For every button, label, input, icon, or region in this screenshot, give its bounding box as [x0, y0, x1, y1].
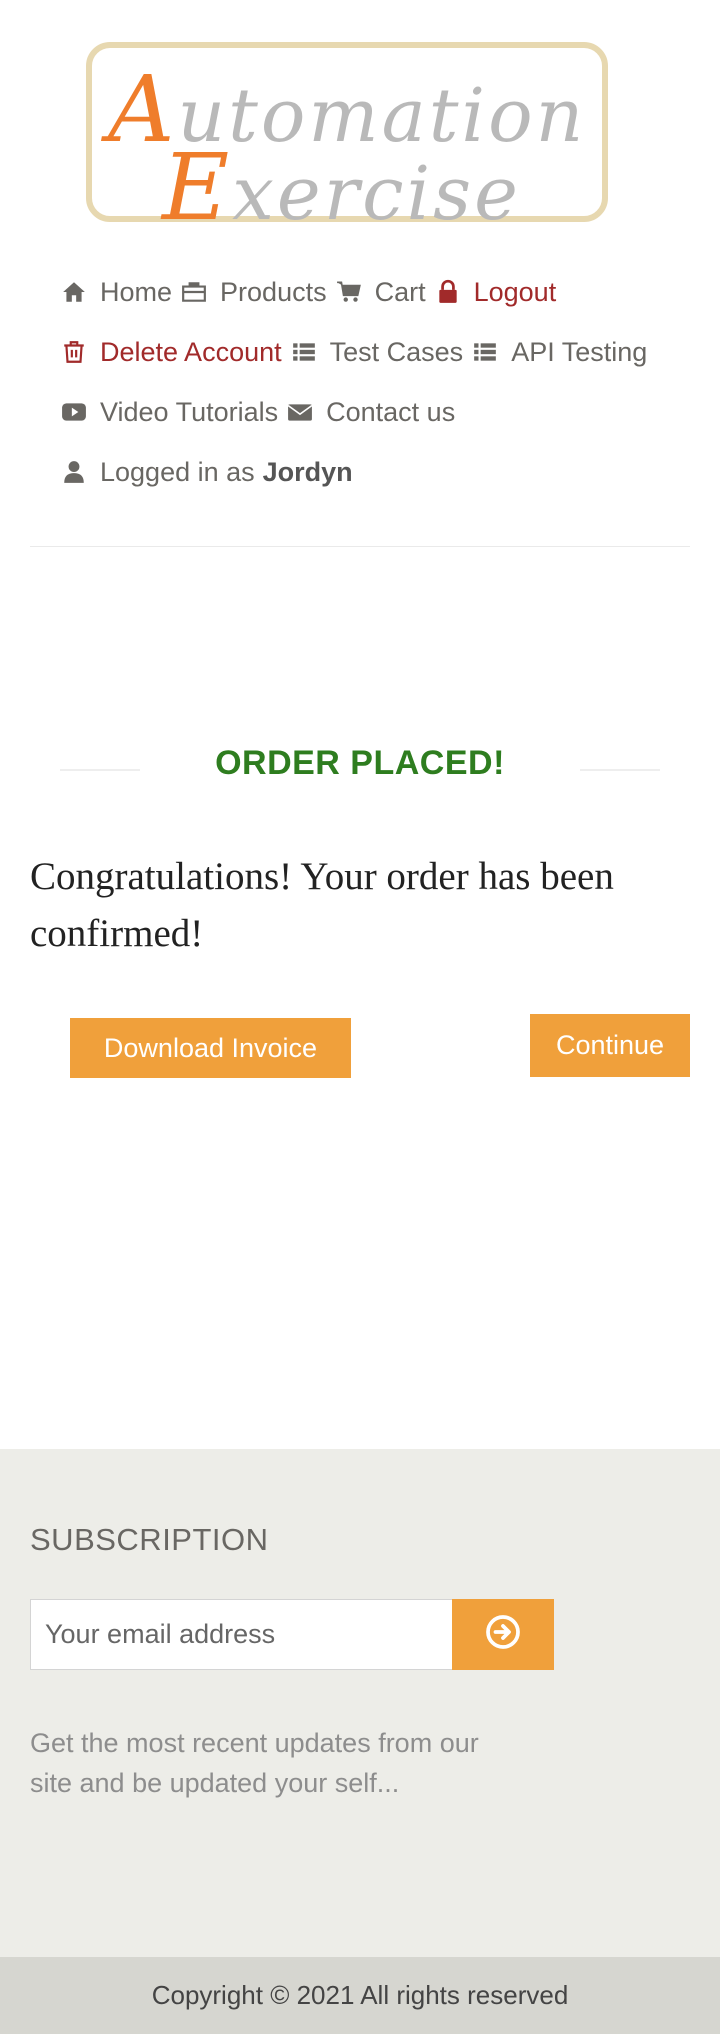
nav-contact-us[interactable]: Contact us — [286, 397, 455, 428]
nav-row-4: Logged in as Jordyn — [60, 442, 700, 502]
order-confirmation-message: Congratulations! Your order has been con… — [30, 855, 614, 955]
nav-video-tutorials-label: Video Tutorials — [100, 396, 279, 427]
order-placed-title: ORDER PLACED! — [215, 744, 505, 782]
home-icon — [60, 278, 88, 306]
nav-products-label: Products — [220, 276, 327, 307]
nav-logout[interactable]: Logout — [434, 276, 557, 308]
list-icon — [471, 338, 499, 366]
site-logo[interactable]: Automation Exercise — [86, 42, 608, 241]
copyright-bar: Copyright © 2021 All rights reserved — [0, 1957, 720, 2034]
nav-contact-us-label: Contact us — [326, 396, 456, 427]
arrow-circle-right-icon — [485, 1614, 521, 1655]
nav-api-testing-label: API Testing — [511, 336, 648, 367]
subscription-description: Get the most recent updates from our sit… — [30, 1728, 479, 1798]
nav-logout-label: Logout — [473, 276, 557, 307]
copyright-text: Copyright © 2021 All rights reserved — [151, 1980, 569, 2010]
logo-text-2: xercise — [232, 151, 521, 237]
logo-initial-e: E — [162, 134, 233, 241]
nav-row-2: Delete Account Test Cases API Testing — [60, 322, 700, 382]
main-nav: Home Products Cart Logout Delete Account… — [60, 262, 700, 502]
logged-in-username: Jordyn — [262, 456, 353, 487]
youtube-play-icon — [60, 398, 88, 426]
list-icon — [290, 338, 318, 366]
nav-delete-account[interactable]: Delete Account — [60, 337, 282, 368]
nav-test-cases-label: Test Cases — [329, 336, 464, 367]
nav-home[interactable]: Home — [60, 277, 172, 308]
nav-row-3: Video Tutorials Contact us — [60, 382, 700, 442]
nav-row-1: Home Products Cart Logout — [60, 262, 700, 322]
logo-line-2: Exercise — [162, 134, 521, 241]
envelope-icon — [286, 398, 314, 426]
user-icon — [60, 458, 88, 486]
subscription-email-input[interactable] — [30, 1599, 453, 1670]
trash-icon — [60, 338, 88, 366]
logged-in-prefix: Logged in as — [100, 456, 255, 487]
nav-test-cases[interactable]: Test Cases — [290, 336, 464, 368]
continue-button[interactable]: Continue — [530, 1014, 690, 1077]
nav-cart[interactable]: Cart — [335, 277, 426, 308]
nav-home-label: Home — [100, 276, 173, 307]
nav-api-testing[interactable]: API Testing — [471, 337, 647, 368]
subscribe-button[interactable] — [452, 1599, 554, 1670]
nav-video-tutorials[interactable]: Video Tutorials — [60, 397, 278, 428]
nav-products[interactable]: Products — [180, 277, 327, 308]
download-invoice-button[interactable]: Download Invoice — [70, 1018, 351, 1078]
nav-delete-account-label: Delete Account — [100, 336, 282, 367]
footer-subscription: SUBSCRIPTION Get the most recent updates… — [0, 1449, 720, 1957]
nav-cart-label: Cart — [374, 276, 426, 307]
logged-in-status: Logged in as Jordyn — [60, 457, 353, 488]
subscription-title: SUBSCRIPTION — [30, 1522, 269, 1557]
lock-icon — [434, 278, 462, 306]
briefcase-icon — [180, 278, 208, 306]
header-divider — [30, 546, 690, 547]
cart-icon — [335, 278, 363, 306]
